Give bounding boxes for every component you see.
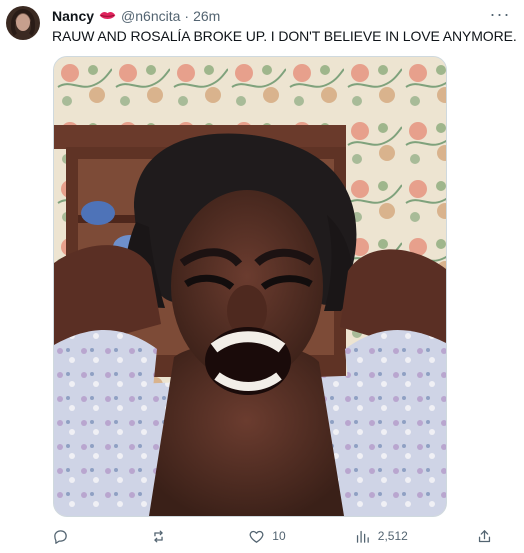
media-image [54,57,446,516]
heart-icon[interactable] [248,528,265,545]
tweet-actions: 10 2,512 [52,524,506,548]
reply-action[interactable] [52,528,82,545]
avatar-face [16,14,30,31]
tweet-header: Nancy @n6ncita · 26m [52,6,220,26]
separator-dot: · [184,8,190,24]
lips-icon [99,10,116,22]
avatar[interactable] [6,6,40,40]
retweet-icon[interactable] [150,528,167,545]
views-icon[interactable] [354,528,371,545]
like-count: 10 [272,529,286,543]
share-action[interactable] [476,528,506,545]
views-action[interactable]: 2,512 [354,528,408,545]
reply-icon[interactable] [52,528,69,545]
tweet-media[interactable] [53,56,447,517]
like-action[interactable]: 10 [248,528,286,545]
timestamp[interactable]: 26m [193,8,220,24]
more-options-icon[interactable]: ··· [486,4,514,24]
tweet-text: RAUW AND ROSALÍA BROKE UP. I DON'T BELIE… [52,28,517,44]
share-icon[interactable] [476,528,493,545]
retweet-action[interactable] [150,528,180,545]
display-name[interactable]: Nancy [52,8,94,24]
tweet-card[interactable]: Nancy @n6ncita · 26m ··· RAUW AND ROSALÍ… [0,0,524,553]
user-handle[interactable]: @n6ncita [121,8,180,24]
views-count: 2,512 [377,529,408,543]
